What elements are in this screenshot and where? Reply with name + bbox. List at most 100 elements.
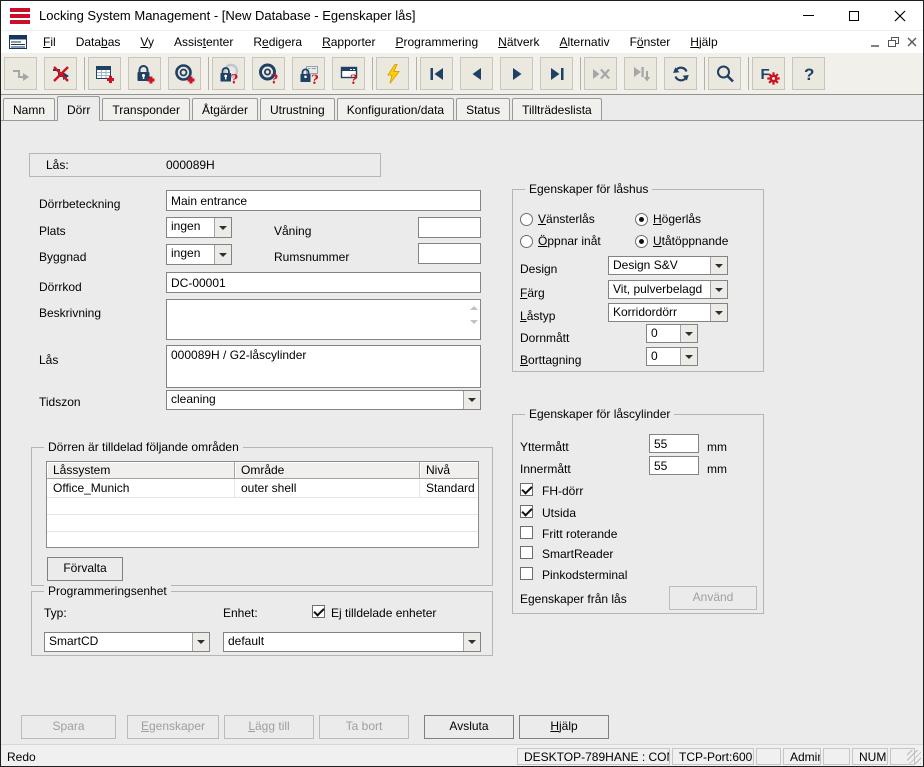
enhet-select[interactable]: default: [223, 632, 481, 652]
table-row[interactable]: Office_Munich outer shell Standard: [47, 479, 478, 498]
fh-dorr-checkbox[interactable]: [520, 483, 533, 496]
refresh-button[interactable]: [664, 57, 697, 90]
rumsnummer-input[interactable]: [418, 243, 481, 264]
plats-select[interactable]: ingen: [166, 217, 232, 238]
pinkodsterminal-checkbox[interactable]: [520, 567, 533, 580]
tidszon-select[interactable]: cleaning: [166, 390, 481, 410]
goto-record-button[interactable]: [624, 57, 657, 90]
menu-item-alternativ[interactable]: Alternativ: [550, 32, 620, 52]
lagg-till-button[interactable]: Lägg till: [224, 715, 314, 739]
read-lock-g1-button[interactable]: ?: [292, 57, 325, 90]
menu-item-natverk[interactable]: Nätverk: [488, 32, 549, 52]
fritt-roterande-checkbox[interactable]: [520, 526, 533, 539]
tab-status[interactable]: Status: [456, 98, 510, 120]
read-lock-button[interactable]: ?: [212, 57, 245, 90]
chevron-down-icon[interactable]: [214, 218, 231, 237]
column-header-omrade[interactable]: Område: [235, 462, 420, 479]
mdi-minimize-button[interactable]: [870, 38, 880, 47]
chevron-down-icon[interactable]: [710, 281, 727, 298]
menu-item-databas[interactable]: Databas: [66, 32, 131, 52]
byggnad-select[interactable]: ingen: [166, 244, 232, 265]
tab-atgarder[interactable]: Åtgärder: [192, 98, 258, 120]
search-button[interactable]: [708, 57, 741, 90]
scroll-down-icon[interactable]: [470, 320, 478, 328]
ta-bort-button[interactable]: Ta bort: [319, 715, 409, 739]
mdi-close-button[interactable]: [907, 37, 917, 47]
minimize-button[interactable]: [785, 1, 831, 30]
navigate-arrow-cancel-button[interactable]: [44, 57, 77, 90]
resize-grip[interactable]: [907, 750, 921, 764]
dorrkod-input[interactable]: [166, 272, 481, 293]
last-record-button[interactable]: [540, 57, 573, 90]
menu-item-hjalp[interactable]: Hjälp: [680, 32, 727, 52]
column-header-lassystem[interactable]: Låssystem: [47, 462, 235, 479]
previous-record-button[interactable]: [460, 57, 493, 90]
oppnar-inat-radio[interactable]: [520, 235, 533, 248]
mdi-restore-button[interactable]: [888, 37, 899, 47]
column-header-niva[interactable]: Nivå: [420, 462, 478, 479]
yttermatt-input[interactable]: [649, 434, 699, 453]
smartreader-checkbox[interactable]: [520, 546, 533, 559]
menu-item-redigera[interactable]: Redigera: [243, 32, 312, 52]
design-select[interactable]: Design S&V: [608, 256, 728, 275]
chevron-down-icon[interactable]: [192, 633, 209, 651]
chevron-down-icon[interactable]: [710, 304, 727, 321]
dornmatt-select[interactable]: 0: [646, 324, 698, 343]
vaning-input[interactable]: [418, 217, 481, 238]
navigate-arrow-button[interactable]: [4, 57, 37, 90]
beskrivning-textarea[interactable]: [166, 299, 481, 340]
spara-button[interactable]: Spara: [21, 715, 116, 739]
tab-dorr[interactable]: Dörr: [57, 96, 100, 121]
ej-tilldelade-enheter-checkbox[interactable]: [312, 605, 325, 618]
areas-table[interactable]: Låssystem Område Nivå Office_Munich oute…: [46, 461, 479, 548]
farg-select[interactable]: Vit, pulverbelagd: [608, 280, 728, 299]
scroll-up-icon[interactable]: [470, 302, 478, 310]
menu-item-vy[interactable]: Vy: [130, 32, 164, 52]
chevron-down-icon[interactable]: [680, 325, 697, 342]
menu-item-fil[interactable]: Fil: [33, 32, 66, 52]
menu-item-programmering[interactable]: Programmering: [385, 32, 488, 52]
new-lock-button[interactable]: [128, 57, 161, 90]
filter-settings-button[interactable]: F: [752, 57, 785, 90]
utsida-checkbox[interactable]: [520, 505, 533, 518]
program-button[interactable]: [376, 57, 409, 90]
menu-item-assistenter[interactable]: Assistenter: [164, 32, 243, 52]
hjalp-button[interactable]: Hjälp: [519, 715, 609, 739]
tab-utrustning[interactable]: Utrustning: [260, 98, 335, 120]
lastyp-select[interactable]: Korridordörr: [608, 303, 728, 322]
las-textarea[interactable]: 000089H / G2-låscylinder: [166, 345, 481, 388]
tab-konfiguration-data[interactable]: Konfiguration/data: [337, 98, 454, 120]
chevron-down-icon[interactable]: [710, 257, 727, 274]
borttagning-select[interactable]: 0: [646, 347, 698, 366]
menu-item-fonster[interactable]: Fönster: [620, 32, 681, 52]
document-icon[interactable]: [9, 35, 27, 49]
chevron-down-icon[interactable]: [463, 391, 480, 409]
tab-transponder[interactable]: Transponder: [102, 98, 190, 120]
close-button[interactable]: [877, 1, 923, 30]
new-transponder-button[interactable]: [168, 57, 201, 90]
egenskaper-button[interactable]: Egenskaper: [127, 715, 219, 739]
help-button[interactable]: ?: [792, 57, 825, 90]
typ-select[interactable]: SmartCD: [44, 632, 210, 652]
menu-item-rapporter[interactable]: Rapporter: [312, 32, 385, 52]
first-record-button[interactable]: [420, 57, 453, 90]
dorrbeteckning-input[interactable]: [166, 190, 481, 211]
avsluta-button[interactable]: Avsluta: [424, 715, 514, 739]
hogerlas-radio[interactable]: [635, 213, 648, 226]
read-transponder-button[interactable]: ?: [252, 57, 285, 90]
innermatt-input[interactable]: [649, 456, 699, 475]
cancel-search-button[interactable]: [584, 57, 617, 90]
chevron-down-icon[interactable]: [463, 633, 480, 651]
vansterlas-radio[interactable]: [520, 213, 533, 226]
anvand-button[interactable]: Använd: [669, 586, 757, 610]
chevron-down-icon[interactable]: [214, 245, 231, 264]
chevron-down-icon[interactable]: [680, 348, 697, 365]
read-device-button[interactable]: ?: [332, 57, 365, 90]
utatoppnande-radio[interactable]: [635, 235, 648, 248]
tab-tilltradeslista[interactable]: Tillträdeslista: [512, 98, 602, 120]
maximize-button[interactable]: [831, 1, 877, 30]
new-locking-system-button[interactable]: [88, 57, 121, 90]
forvalta-button[interactable]: Förvalta: [47, 557, 123, 581]
next-record-button[interactable]: [500, 57, 533, 90]
tab-namn[interactable]: Namn: [3, 98, 55, 120]
